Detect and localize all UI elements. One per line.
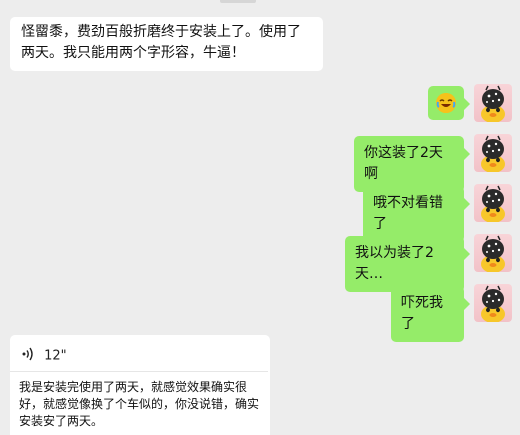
message-text: 我以为装了2天… [355, 245, 434, 282]
outgoing-emoji-message[interactable] [428, 86, 470, 120]
outgoing-message[interactable]: 我以为装了2天… [345, 236, 470, 292]
voice-message-player[interactable]: 12" [22, 347, 67, 365]
outgoing-message[interactable]: 哦不对看错了 [363, 186, 470, 242]
avatar[interactable] [474, 234, 512, 272]
outgoing-message[interactable]: 你这装了2天啊 [354, 136, 470, 192]
message-text: 怪罶黍，费劲百般折磨终于安装上了。使用了两天。我只能用两个字形容，牛逼！ [21, 24, 301, 61]
message-text: 吓死我了 [401, 295, 443, 332]
voice-transcript-divider [10, 371, 268, 372]
incoming-message[interactable]: 怪罶黍，费劲百般折磨终于安装上了。使用了两天。我只能用两个字形容，牛逼！ [10, 17, 323, 71]
previous-message-edge [220, 0, 256, 3]
laughing-crying-emoji-icon [436, 93, 456, 113]
voice-duration: 12" [44, 348, 67, 364]
avatar[interactable] [474, 284, 512, 322]
outgoing-message[interactable]: 吓死我了 [391, 286, 470, 342]
avatar[interactable] [474, 84, 512, 122]
voice-wave-icon [22, 347, 34, 365]
message-text: 你这装了2天啊 [364, 145, 443, 182]
voice-transcript: 我是安装完使用了两天，就感觉效果确实很好，就感觉像换了个车似的，你没说错，确实安… [19, 380, 260, 428]
message-text: 哦不对看错了 [373, 195, 443, 232]
avatar[interactable] [474, 134, 512, 172]
avatar[interactable] [474, 184, 512, 222]
